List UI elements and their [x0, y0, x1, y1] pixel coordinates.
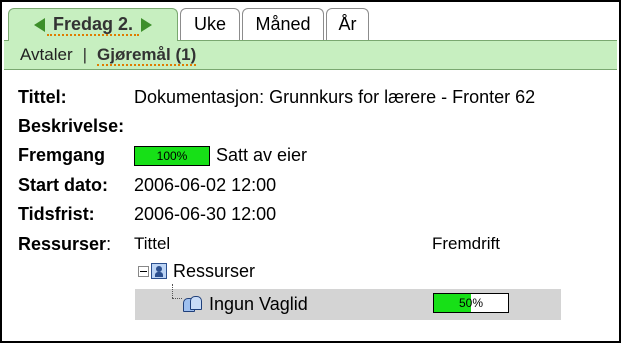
start-date-label: Start dato:	[18, 175, 108, 195]
progress-value: 100% Satt av eier	[134, 144, 308, 167]
deadline-value: 2006-06-30 12:00	[134, 204, 277, 224]
sub-navigation: Avtaler | Gjøremål (1)	[4, 40, 617, 70]
deadline-label: Tidsfrist:	[18, 204, 95, 224]
task-progress-text: 100%	[156, 149, 188, 164]
resource-group-label[interactable]: Ressurser	[173, 260, 255, 282]
resources-label: Ressurser:	[18, 233, 111, 255]
title-value: Dokumentasjon: Grunnkurs for lærere - Fr…	[134, 87, 536, 107]
subnav-tasks-current[interactable]: Gjøremål (1)	[97, 45, 197, 66]
tree-connector-horizontal	[172, 298, 182, 299]
progress-label: Fremgang	[18, 145, 106, 165]
tab-week[interactable]: Uke	[180, 8, 240, 40]
tab-month[interactable]: Måned	[242, 8, 324, 40]
resource-group-icon	[151, 263, 167, 279]
view-tabs: Fredag 2. Uke Måned År	[4, 4, 617, 41]
tab-year-label[interactable]: År	[339, 14, 357, 35]
tab-year[interactable]: År	[326, 8, 369, 40]
resource-person-node[interactable]: Ingun Vaglid	[183, 293, 308, 315]
description-label: Beskrivelse:	[18, 116, 125, 136]
users-icon	[183, 295, 203, 313]
collapse-icon[interactable]	[138, 265, 149, 277]
resource-group-node[interactable]: Ressurser	[138, 260, 255, 282]
resources-label-text: Ressurser	[18, 234, 107, 254]
resource-person-name[interactable]: Ingun Vaglid	[209, 293, 308, 315]
tab-day-label[interactable]: Fredag 2.	[46, 14, 140, 36]
person-progress-bar: 50%	[433, 293, 509, 313]
tab-week-label[interactable]: Uke	[194, 14, 226, 35]
start-date-value: 2006-06-02 12:00	[134, 175, 277, 195]
resources-label-colon: :	[106, 234, 112, 254]
tree-connector-vertical	[172, 284, 173, 298]
calendar-task-panel: Fredag 2. Uke Måned År Avtaler | Gjøremå…	[0, 0, 621, 343]
subnav-separator: |	[82, 45, 88, 64]
subnav-appointments-link[interactable]: Avtaler	[20, 45, 73, 65]
previous-day-arrow-icon[interactable]	[33, 18, 45, 32]
person-progress-text: 50%	[458, 296, 484, 310]
tab-day[interactable]: Fredag 2.	[8, 8, 178, 41]
next-day-arrow-icon[interactable]	[141, 18, 153, 32]
resources-title-column: Tittel	[134, 234, 171, 253]
tab-month-label[interactable]: Måned	[255, 14, 310, 35]
person-progress-cell: 50%	[433, 293, 509, 313]
task-progress-bar: 100%	[134, 146, 210, 167]
progress-status: Satt av eier	[216, 145, 308, 165]
title-label: Tittel:	[18, 87, 67, 107]
resources-progress-column: Fremdrift	[432, 234, 500, 253]
